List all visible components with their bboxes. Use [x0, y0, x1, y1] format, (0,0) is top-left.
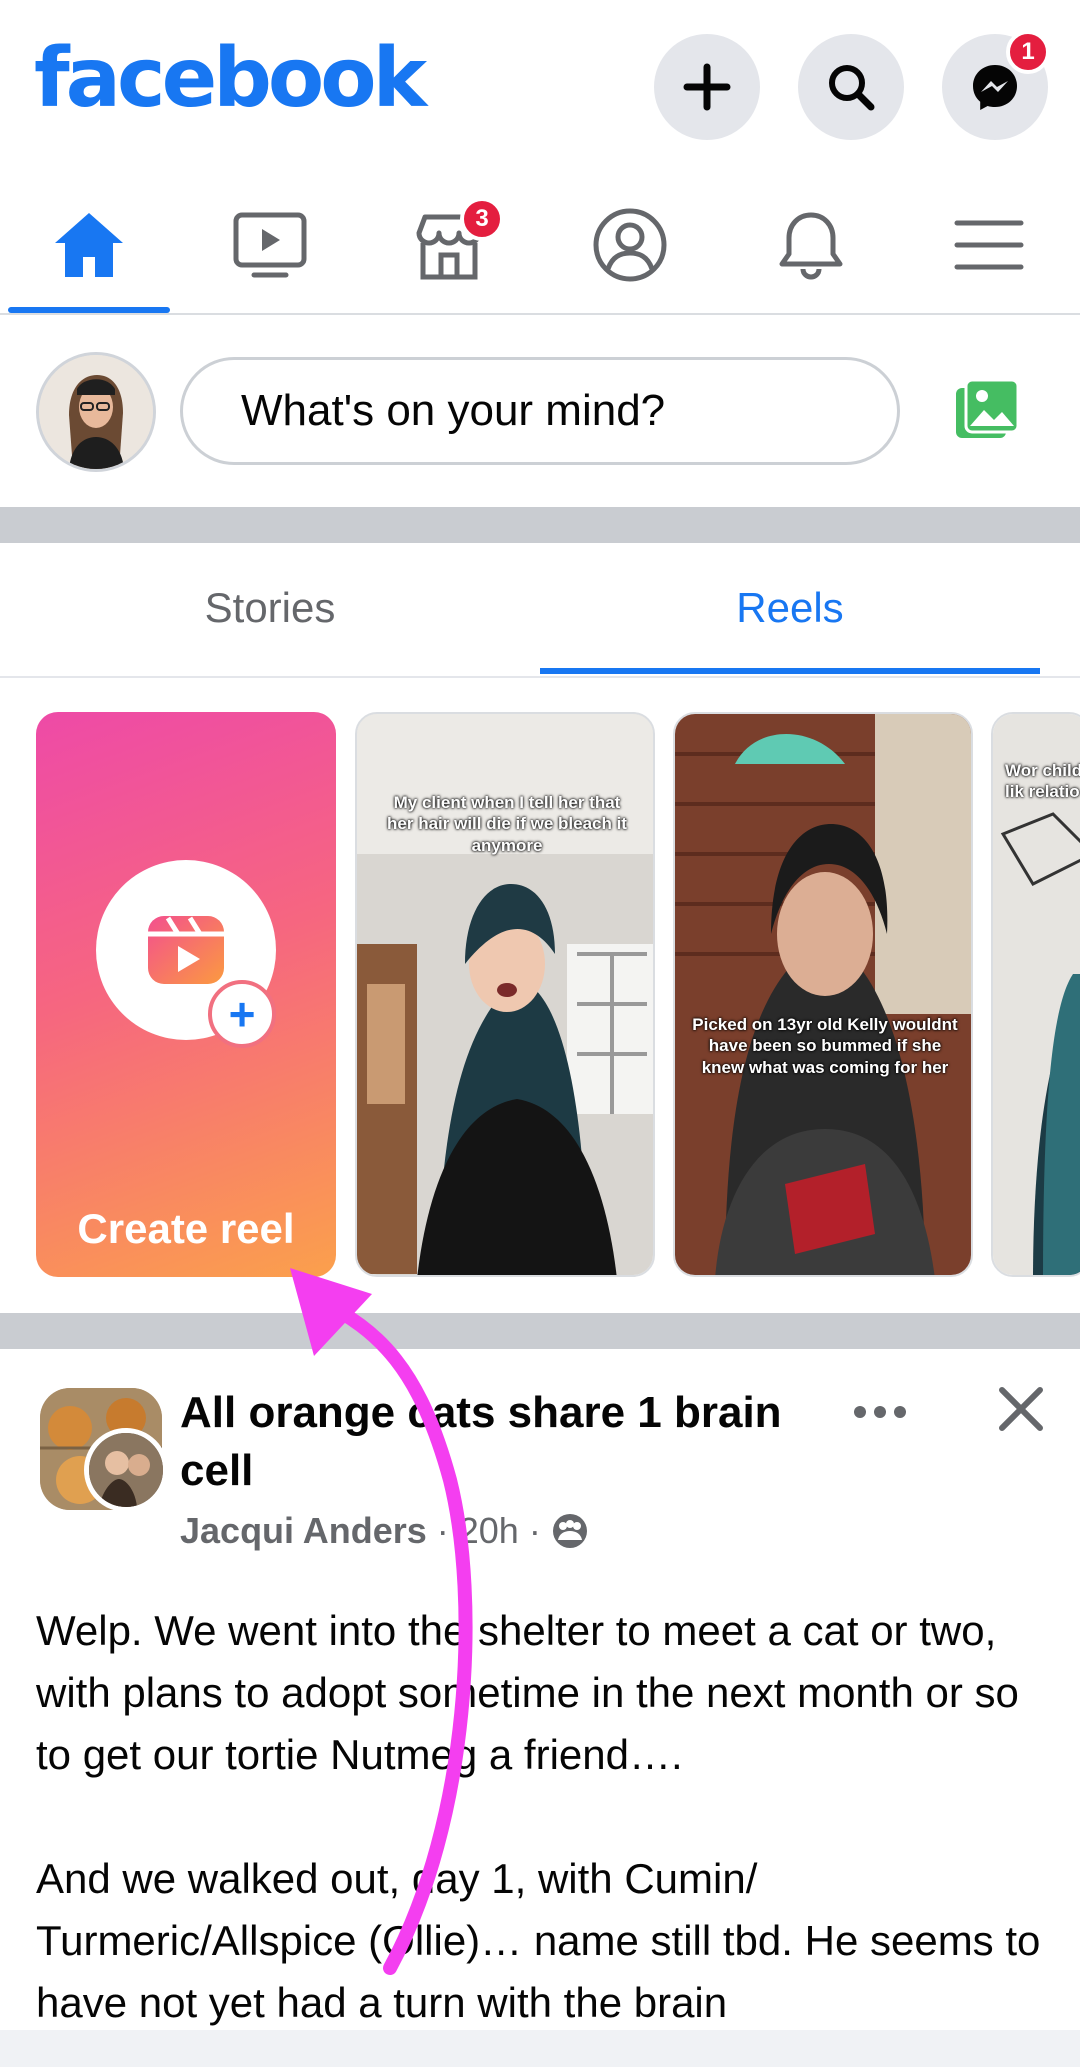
reel-caption: Wor childho lik relatio [1005, 761, 1080, 802]
more-options-icon[interactable] [852, 1392, 908, 1432]
create-reel-label: Create reel [77, 1205, 295, 1252]
reel-caption: My client when I tell her that her hair … [387, 793, 627, 855]
tab-reels[interactable]: Reels [540, 543, 1040, 673]
post-separator: · [528, 1510, 541, 1551]
post-meta: Jacqui Anders · 20h · [180, 1510, 589, 1552]
section-divider [0, 507, 1080, 543]
bottom-edge [0, 2030, 1080, 2067]
reels-tab-indicator [540, 668, 1040, 674]
video-icon [233, 212, 307, 278]
post-paragraph: And we walked out, day 1, with Cumin/ Tu… [36, 1855, 1041, 2026]
group-name-link[interactable]: All orange cats share 1 brain cell [180, 1384, 820, 1500]
profile-icon [593, 208, 667, 282]
marketplace-badge: 3 [460, 197, 504, 241]
section-divider [0, 1313, 1080, 1349]
facebook-logo[interactable]: facebook [34, 38, 427, 120]
hamburger-menu-icon [954, 220, 1024, 270]
main-nav: 3 [0, 175, 1080, 315]
close-icon[interactable] [996, 1384, 1046, 1434]
messenger-badge: 1 [1006, 30, 1050, 74]
post-text: Welp. We went into the shelter to meet a… [36, 1600, 1046, 2067]
reel-card[interactable]: Wor childho lik relatio [991, 712, 1080, 1277]
bell-icon [779, 212, 843, 280]
status-composer-input[interactable]: What's on your mind? [180, 357, 900, 465]
reel-card[interactable]: Picked on 13yr old Kelly wouldnt have be… [673, 712, 973, 1277]
tab-profile[interactable] [545, 175, 715, 315]
add-reel-plus-icon: + [208, 980, 276, 1048]
post-paragraph: Welp. We went into the shelter to meet a… [36, 1607, 1019, 1778]
home-icon [55, 213, 123, 277]
author-avatar-image [89, 1433, 163, 1507]
reel-thumbnail [675, 714, 971, 1275]
reels-icon [148, 916, 224, 984]
tab-menu[interactable] [904, 175, 1074, 315]
tab-home[interactable] [4, 175, 174, 315]
post-author[interactable]: Jacqui Anders [180, 1510, 427, 1552]
top-bar: facebook 1 [0, 0, 1080, 175]
author-avatar[interactable] [84, 1428, 168, 1512]
reel-caption: Picked on 13yr old Kelly wouldnt have be… [692, 1015, 958, 1077]
avatar-image [39, 355, 153, 469]
search-icon [829, 65, 875, 111]
create-reel-card[interactable]: + Create reel [36, 712, 336, 1277]
plus-icon [683, 63, 731, 111]
photo-upload-icon[interactable] [954, 378, 1020, 442]
tab-notifications[interactable] [726, 175, 896, 315]
tab-watch[interactable] [185, 175, 355, 315]
tab-stories[interactable]: Stories [0, 543, 540, 673]
post-time[interactable]: 20h [459, 1510, 519, 1552]
create-button[interactable] [654, 34, 760, 140]
user-avatar[interactable] [36, 352, 156, 472]
messenger-button[interactable]: 1 [942, 30, 1050, 140]
group-audience-icon [552, 1514, 587, 1548]
tab-marketplace[interactable]: 3 [364, 175, 534, 315]
post-separator: · [436, 1510, 449, 1551]
tabs-divider [0, 676, 1080, 678]
search-button[interactable] [798, 34, 904, 140]
active-tab-indicator [8, 307, 170, 313]
reel-card[interactable]: My client when I tell her that her hair … [355, 712, 655, 1277]
